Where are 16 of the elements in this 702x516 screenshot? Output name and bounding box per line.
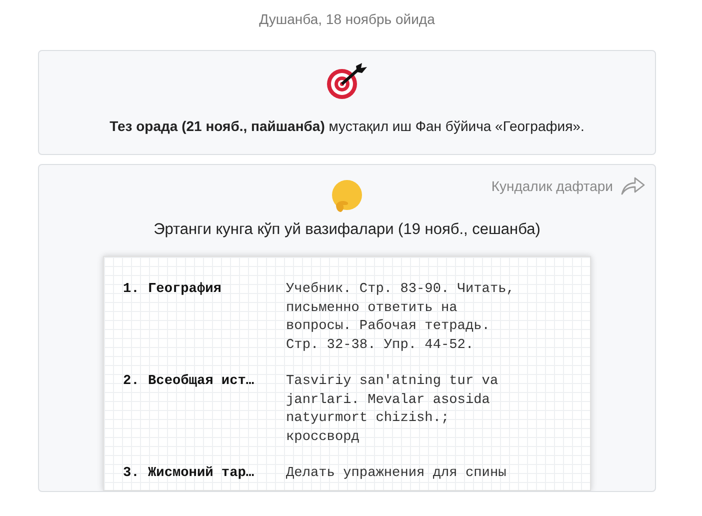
diary-link[interactable]: Кундалик дафтари <box>491 177 645 195</box>
deadline-text: Тез орада (21 нояб., пайшанба) мустақил иш Фан бўйича «География». <box>110 118 584 134</box>
share-icon <box>621 177 645 195</box>
item-number: 1. <box>123 281 140 299</box>
task-text: Tasviriy san'atning tur va janrlari. Mevalar asosida natyurmort chizish.; кроссворд <box>286 373 500 446</box>
subject-name: География <box>148 281 222 299</box>
subject-name: Жисмоний тар… <box>148 465 256 483</box>
subject-name: Всеобщая ист… <box>148 373 256 391</box>
thinking-emoji-icon <box>330 179 364 213</box>
date-header: Душанба, 18 ноябрь ойида <box>259 11 435 27</box>
task-text: Учебник. Стр. 83-90. Читать, письменно ответить на вопросы. Рабочая тетрадь. Стр. 32-38. Упр. 44-52. <box>286 281 516 354</box>
target-icon <box>327 63 367 101</box>
item-number: 3. <box>123 465 140 483</box>
task-text: Делать упражнения для спины <box>286 465 508 483</box>
item-number: 2. <box>123 373 140 391</box>
homework-title: Эртанги кунга кўп уй вазифалари (19 нояб., сешанба) <box>154 221 540 239</box>
